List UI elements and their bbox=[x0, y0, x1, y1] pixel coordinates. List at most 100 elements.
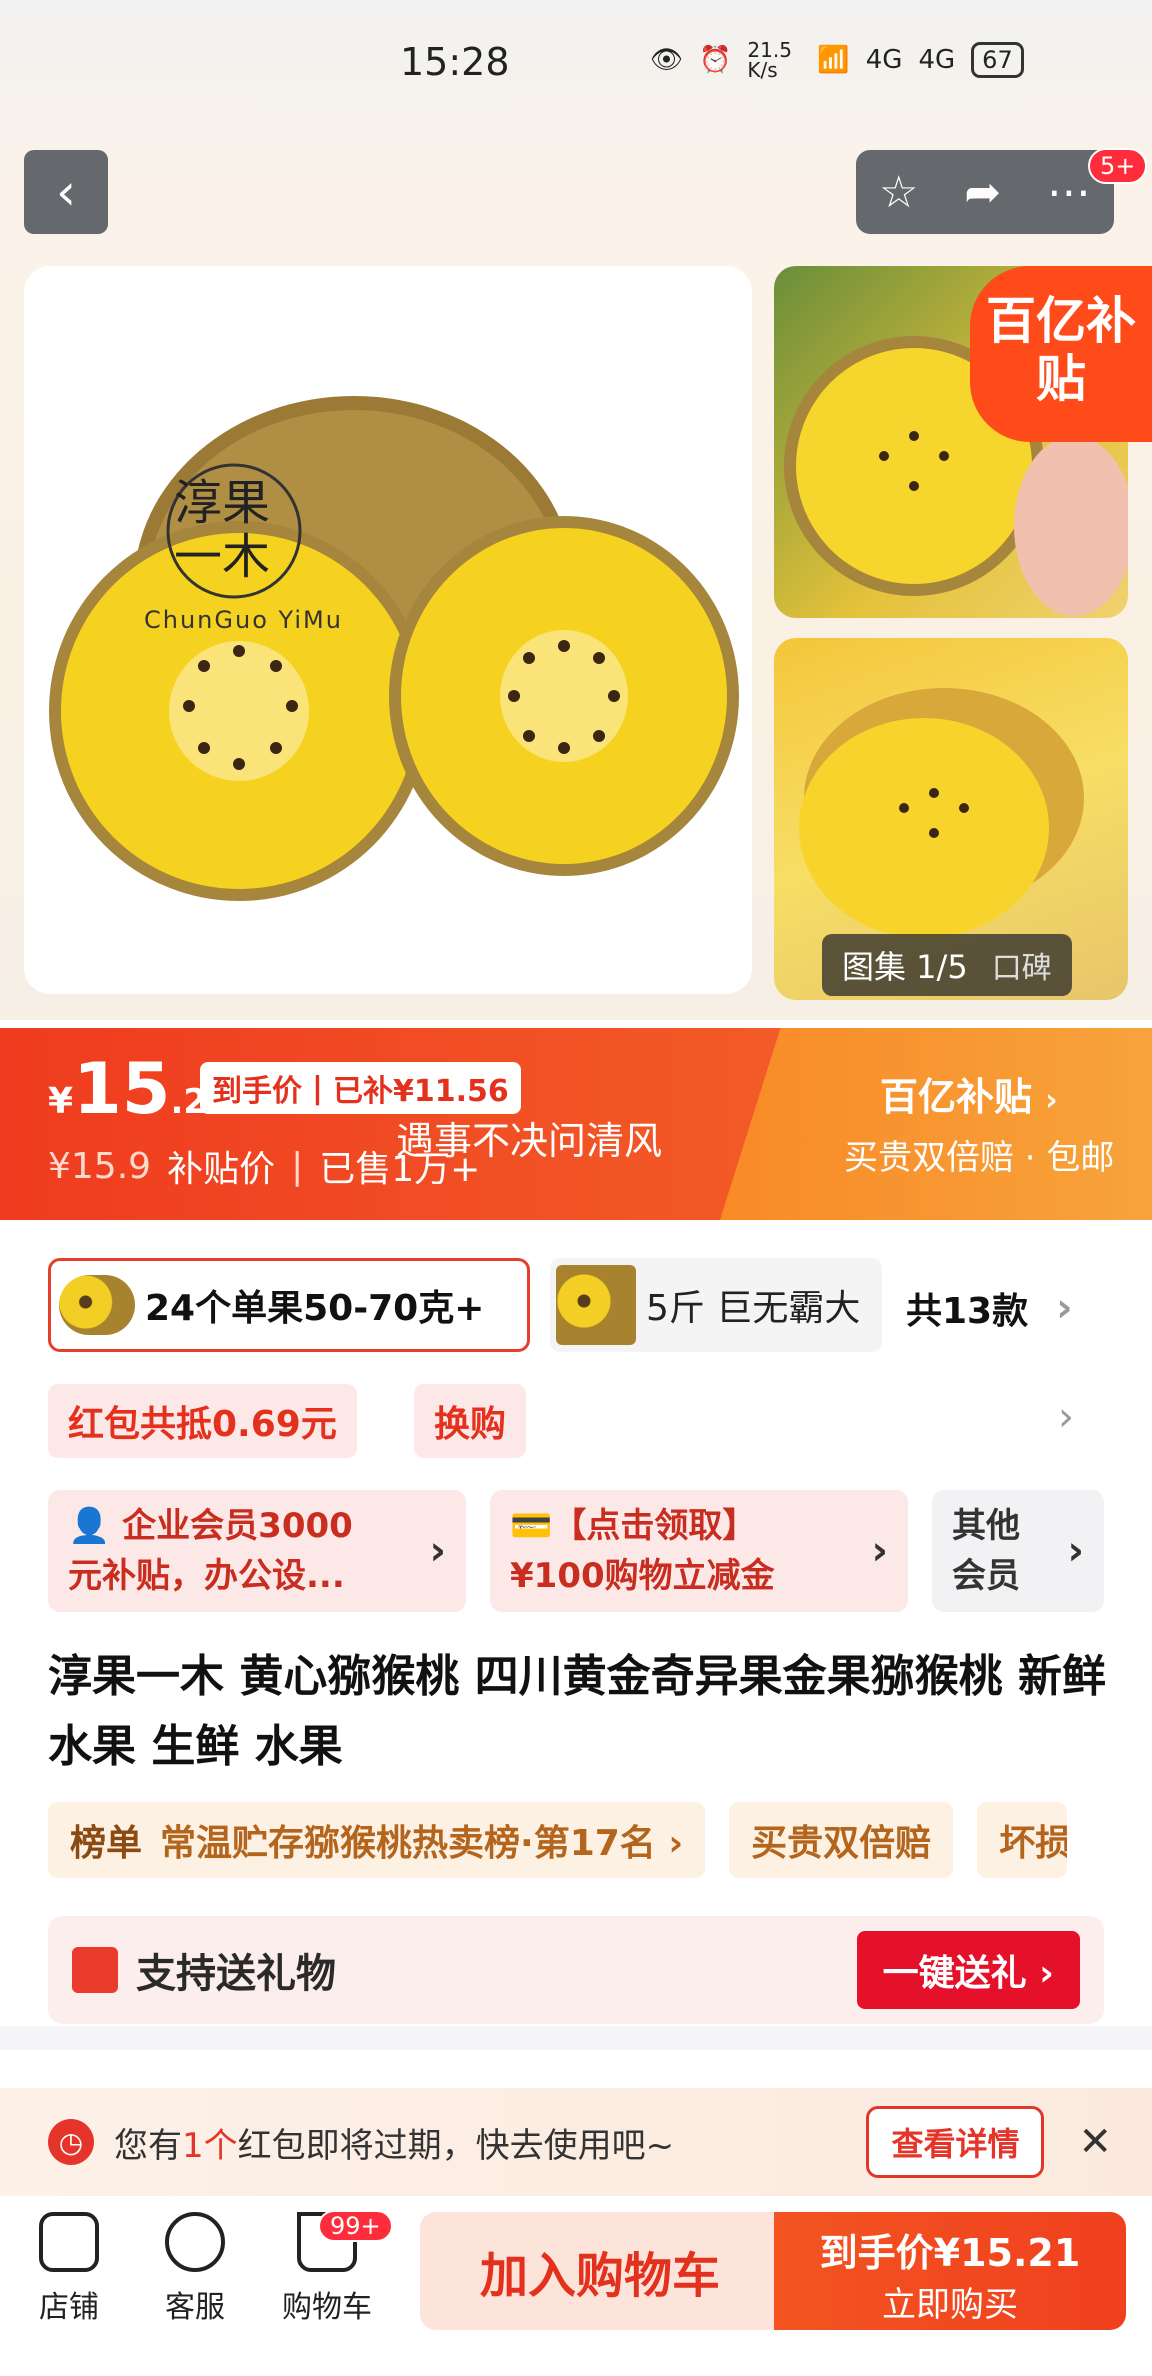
member-card-other-line2: 会员 bbox=[952, 1556, 1020, 1596]
spec-count[interactable]: 共13款 › bbox=[906, 1282, 1073, 1334]
ranking-text: 常温贮存猕猴桃热卖榜·第17名 › bbox=[160, 1823, 684, 1864]
status-icons: 👁 ⏰ 21.5 K/s 📶 4G 4G 67 bbox=[650, 40, 1024, 80]
notice-pre: 您有 bbox=[114, 2125, 182, 2166]
currency-symbol: ¥ bbox=[48, 1081, 74, 1122]
price-banner-right bbox=[720, 1028, 1152, 1220]
ranking-label: 榜单 bbox=[70, 1823, 143, 1864]
product-title: 淳果一木 黄心猕猴桃 四川黄金奇异果金果猕猴桃 新鲜水果 生鲜 水果 bbox=[48, 1651, 1106, 1772]
back-button[interactable]: ‹ bbox=[24, 150, 108, 234]
send-gift-button[interactable]: 一键送礼 › bbox=[856, 1931, 1080, 2009]
spec-option-label: 24个单果50-70克+ bbox=[145, 1288, 485, 1329]
spec-option-2-label: 5斤 巨无霸大 bbox=[646, 1288, 861, 1329]
signal-4g-2: 4G bbox=[918, 45, 956, 75]
guarantee-tag[interactable]: 买贵双倍赔 bbox=[729, 1802, 954, 1878]
battery-icon: 67 bbox=[971, 42, 1024, 78]
guarantee-text: 买贵双倍赔 · 包邮 bbox=[844, 1138, 1115, 1178]
more-icon[interactable]: ⋯ bbox=[1047, 167, 1091, 218]
subsidy-brand-text: 百亿补贴 bbox=[880, 1075, 1033, 1119]
card-icon: 💳 bbox=[510, 1506, 553, 1546]
smile-icon bbox=[165, 2212, 225, 2272]
spec-thumbnail bbox=[59, 1275, 135, 1335]
header-tools: ☆ ➦ ⋯ bbox=[856, 150, 1114, 234]
original-price: ¥15.9 bbox=[48, 1145, 152, 1187]
net-speed: 21.5 K/s bbox=[747, 38, 792, 82]
spec-thumbnail-2 bbox=[556, 1265, 636, 1345]
brand-logo-subtext: ChunGuo YiMu bbox=[144, 606, 343, 634]
original-price-label: 补贴价 bbox=[167, 1149, 276, 1190]
final-price-tag: 到手价 | 已补¥11.56 bbox=[200, 1062, 521, 1114]
clock-icon: ◷ bbox=[48, 2119, 94, 2165]
signal-4g-1: 4G bbox=[865, 45, 903, 75]
coupon-chevron-icon[interactable]: › bbox=[1058, 1394, 1074, 1440]
subsidy-brand[interactable]: 百亿补贴 › bbox=[880, 1066, 1058, 1121]
gift-icon bbox=[72, 1947, 118, 1993]
nav-store-label: 店铺 bbox=[39, 2290, 99, 2325]
gallery-counter-text: 图集 1/5 bbox=[842, 948, 968, 986]
notice-text: 您有1个红包即将过期，快去使用吧~ bbox=[114, 2118, 674, 2167]
spec-count-label: 共13款 bbox=[906, 1291, 1029, 1332]
nav-service-label: 客服 bbox=[165, 2290, 225, 2325]
buy-now-label: 立即购买 bbox=[882, 2285, 1018, 2325]
exchange-label: 换购 bbox=[434, 1404, 507, 1445]
notice-post: 红包即将过期，快去使用吧~ bbox=[237, 2125, 675, 2166]
section-divider bbox=[0, 2026, 1152, 2050]
ranking-tag[interactable]: 榜单 常温贮存猕猴桃热卖榜·第17名 › bbox=[48, 1802, 706, 1878]
price-integer: 15 bbox=[73, 1048, 171, 1130]
member-card-voucher-line1: 💳【点击领取】 bbox=[510, 1506, 757, 1546]
member-card-enterprise-line1: 👤 企业会员3000 bbox=[68, 1506, 353, 1546]
member-card-other-line1: 其他 bbox=[952, 1506, 1020, 1546]
cart-badge: 99+ bbox=[318, 2210, 393, 2242]
damage-tag[interactable]: 坏损 bbox=[977, 1802, 1068, 1878]
red-packet-notice: ◷ 您有1个红包即将过期，快去使用吧~ 查看详情 ✕ bbox=[0, 2088, 1152, 2196]
chevron-left-icon: ‹ bbox=[56, 163, 76, 221]
kiwi-illustration bbox=[49, 396, 739, 901]
share-icon[interactable]: ➦ bbox=[964, 167, 1001, 218]
overlay-text: 遇事不决问清风 bbox=[396, 1119, 663, 1163]
close-icon[interactable]: ✕ bbox=[1078, 2119, 1112, 2165]
damage-tag-text: 坏损 bbox=[999, 1823, 1068, 1864]
chevron-right-icon: › bbox=[1045, 1083, 1058, 1118]
divider: | bbox=[291, 1145, 304, 1187]
final-price-label: 到手价 bbox=[212, 1074, 302, 1109]
member-card-voucher-line2: ¥100购物立减金 bbox=[510, 1556, 775, 1596]
nav-store[interactable]: 店铺 bbox=[14, 2212, 124, 2326]
store-icon bbox=[39, 2212, 99, 2272]
star-icon[interactable]: ☆ bbox=[879, 167, 918, 218]
member-card-voucher[interactable]: 💳【点击领取】 ¥100购物立减金 › bbox=[490, 1490, 908, 1612]
spec-option-selected[interactable]: 24个单果50-70克+ bbox=[48, 1258, 530, 1352]
chevron-right-icon: › bbox=[1056, 1285, 1073, 1331]
subsidy-amount: 已补¥11.56 bbox=[332, 1074, 509, 1109]
guarantee-tag-text: 买贵双倍赔 bbox=[751, 1823, 932, 1864]
exchange-coupon[interactable]: 换购 bbox=[414, 1384, 527, 1458]
billion-subsidy-badge: 百亿补贴 bbox=[970, 266, 1152, 442]
nav-service[interactable]: 客服 bbox=[140, 2212, 250, 2326]
member-card-enterprise-line2: 元补贴，办公设... bbox=[68, 1556, 345, 1596]
chevron-right-icon: › bbox=[1067, 1528, 1084, 1574]
wifi-icon: 📶 bbox=[817, 45, 850, 75]
chevron-right-icon: › bbox=[871, 1528, 888, 1574]
alarm-icon: ⏰ bbox=[699, 45, 732, 75]
tag-row: 榜单 常温贮存猕猴桃热卖榜·第17名 › 买贵双倍赔 坏损 bbox=[48, 1802, 1068, 1878]
brand-logo-text: 淳果 一木 bbox=[174, 475, 271, 585]
buy-now-price: 到手价¥15.21 bbox=[819, 2231, 1081, 2275]
tag-separator: | bbox=[312, 1070, 323, 1106]
person-icon: 👤 bbox=[68, 1506, 123, 1546]
nav-cart-label: 购物车 bbox=[282, 2290, 372, 2325]
view-details-button[interactable]: 查看详情 bbox=[866, 2106, 1045, 2178]
member-card-other[interactable]: 其他 会员 › bbox=[932, 1490, 1104, 1612]
chevron-right-icon: › bbox=[429, 1528, 446, 1574]
red-packet-label: 红包共抵0.69元 bbox=[68, 1404, 337, 1445]
add-to-cart-button[interactable]: 加入购物车 bbox=[420, 2212, 780, 2330]
buy-now-button[interactable]: 到手价¥15.21 立即购买 bbox=[774, 2212, 1126, 2330]
review-tab[interactable]: 口碑 bbox=[992, 943, 1052, 987]
status-time: 15:28 bbox=[400, 40, 510, 84]
gallery-counter[interactable]: 图集 1/5 口碑 bbox=[822, 934, 1072, 996]
main-product-image[interactable]: 淳果 一木 ChunGuo YiMu bbox=[24, 266, 752, 994]
gift-text: 支持送礼物 bbox=[136, 1951, 336, 1997]
spec-option-2[interactable]: 5斤 巨无霸大 bbox=[550, 1258, 882, 1352]
eye-icon: 👁 bbox=[650, 45, 684, 75]
message-badge: 5+ bbox=[1088, 148, 1148, 184]
red-packet-coupon[interactable]: 红包共抵0.69元 bbox=[48, 1384, 357, 1458]
gift-section: 支持送礼物 一键送礼 › bbox=[48, 1916, 1104, 2024]
member-card-enterprise[interactable]: 👤 企业会员3000 元补贴，办公设... › bbox=[48, 1490, 466, 1612]
